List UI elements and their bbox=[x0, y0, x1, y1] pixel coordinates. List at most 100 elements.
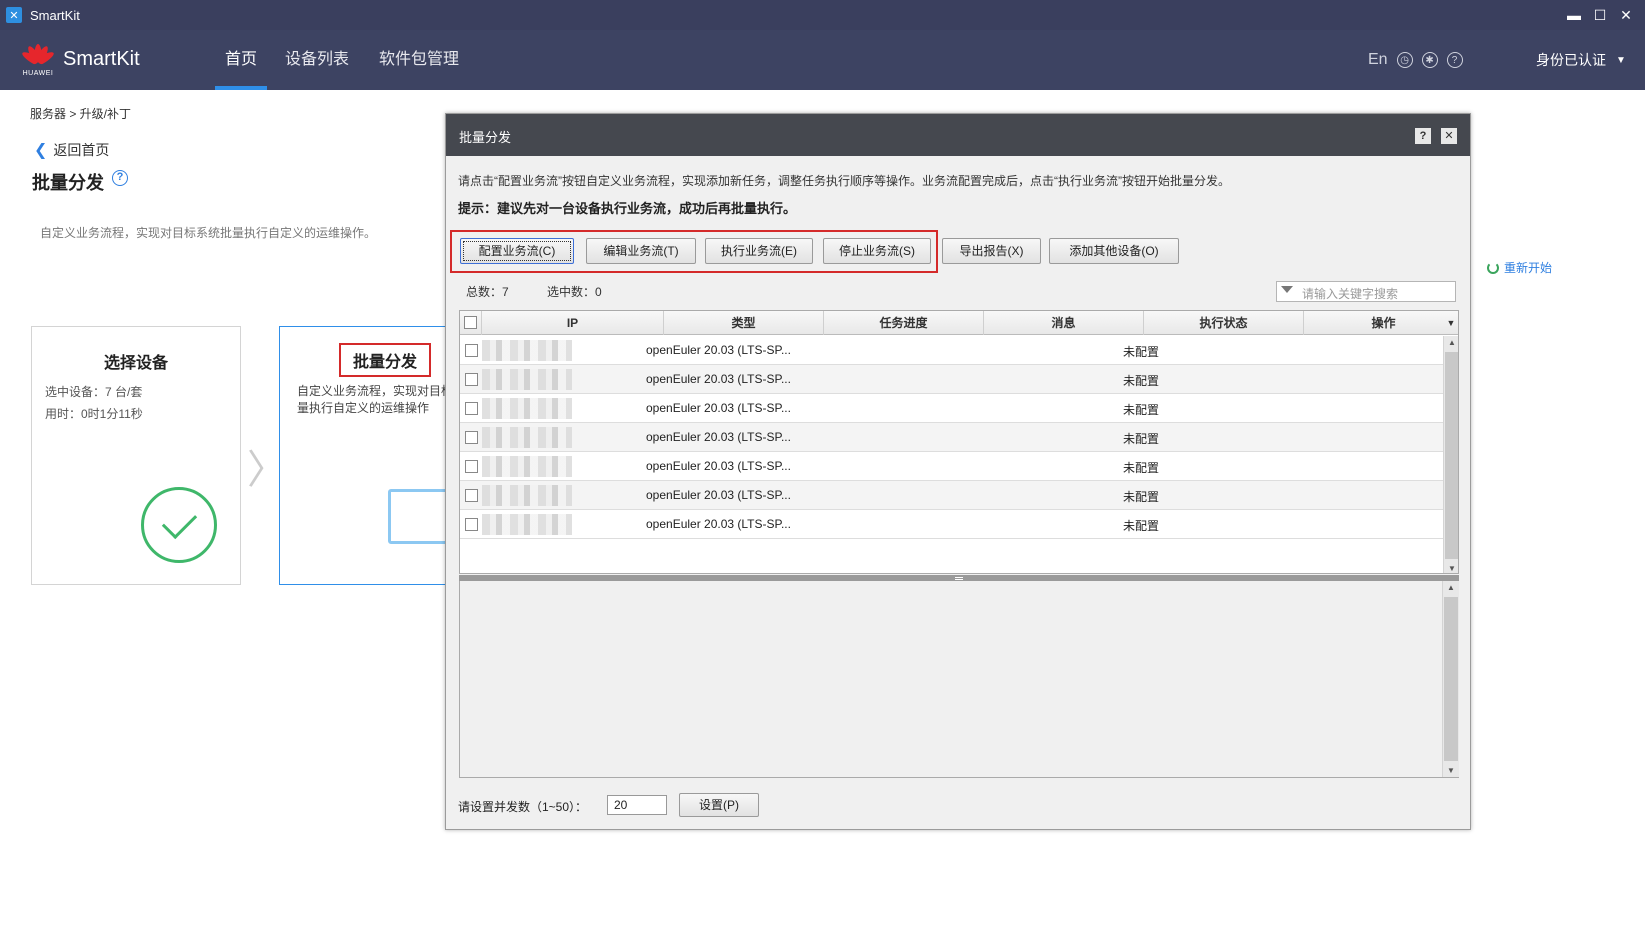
set-concurrency-button[interactable]: 设置(P) bbox=[679, 793, 759, 817]
window-titlebar: ✕ SmartKit ▬ ☐ ✕ bbox=[0, 0, 1645, 30]
scroll-thumb[interactable] bbox=[1444, 597, 1458, 761]
refresh-icon bbox=[1487, 261, 1499, 274]
export-report-button[interactable]: 导出报告(X) bbox=[942, 238, 1041, 264]
step-select-device: 选择设备 选中设备：7 台/套 用时：0时1分11秒 bbox=[31, 326, 241, 585]
ip-cell bbox=[482, 340, 572, 361]
table-row[interactable]: openEuler 20.03 (LTS-SP... 未配置 bbox=[460, 452, 1444, 481]
logo-text: HUAWEI bbox=[22, 70, 54, 77]
row-checkbox[interactable] bbox=[465, 431, 478, 444]
row-checkbox[interactable] bbox=[465, 460, 478, 473]
table-row[interactable]: openEuler 20.03 (LTS-SP... 未配置 bbox=[460, 481, 1444, 510]
scroll-up-icon[interactable]: ▲ bbox=[1443, 583, 1459, 592]
restart-label: 重新开始 bbox=[1504, 261, 1553, 275]
concurrency-input[interactable]: 20 bbox=[607, 795, 667, 815]
type-cell: openEuler 20.03 (LTS-SP... bbox=[646, 372, 791, 386]
column-header[interactable]: 操作 bbox=[1304, 311, 1458, 335]
tab-package-management[interactable]: 软件包管理 bbox=[369, 30, 469, 90]
row-checkbox[interactable] bbox=[465, 518, 478, 531]
back-home-link[interactable]: ❮ 返回首页 bbox=[34, 140, 109, 160]
table-row[interactable]: openEuler 20.03 (LTS-SP... 未配置 bbox=[460, 423, 1444, 452]
selected-device-count: 选中设备：7 台/套 bbox=[45, 385, 143, 399]
scroll-down-icon[interactable]: ▼ bbox=[1443, 766, 1459, 775]
help-icon[interactable]: ? bbox=[112, 170, 128, 186]
ip-cell bbox=[482, 456, 572, 477]
minimize-button[interactable]: ▬ bbox=[1561, 7, 1587, 23]
back-label: 返回首页 bbox=[53, 142, 110, 158]
table-row[interactable]: openEuler 20.03 (LTS-SP... 未配置 bbox=[460, 336, 1444, 365]
table-row[interactable]: openEuler 20.03 (LTS-SP... 未配置 bbox=[460, 394, 1444, 423]
ip-cell bbox=[482, 427, 572, 448]
column-header[interactable]: 任务进度 bbox=[824, 311, 984, 335]
window-title: SmartKit bbox=[30, 7, 80, 23]
type-cell: openEuler 20.03 (LTS-SP... bbox=[646, 430, 791, 444]
batch-distribute-dialog: 批量分发 ? ✕ 请点击“配置业务流”按钮自定义业务流程，实现添加新任务，调整任… bbox=[445, 113, 1471, 830]
restart-link[interactable]: 重新开始 bbox=[1487, 259, 1552, 276]
close-window-button[interactable]: ✕ bbox=[1613, 7, 1639, 24]
add-device-button[interactable]: 添加其他设备(O) bbox=[1049, 238, 1179, 264]
status-cell: 未配置 bbox=[1123, 345, 1160, 359]
tab-device-list[interactable]: 设备列表 bbox=[275, 30, 359, 90]
maximize-button[interactable]: ☐ bbox=[1587, 7, 1613, 24]
device-table: IP 类型 任务进度 消息 执行状态 操作 ▼ openEuler 20.03 … bbox=[459, 310, 1459, 574]
row-checkbox[interactable] bbox=[465, 373, 478, 386]
table-row[interactable]: openEuler 20.03 (LTS-SP... 未配置 bbox=[460, 510, 1444, 539]
detail-scrollbar[interactable]: ▲ ▼ bbox=[1442, 581, 1459, 777]
concurrency-label: 请设置并发数（1~50）： bbox=[458, 800, 588, 814]
dialog-info: 请点击“配置业务流”按钮自定义业务流程，实现添加新任务，调整任务执行顺序等操作。… bbox=[458, 174, 1230, 188]
step-batch-distribute: 批量分发 自定义业务流程，实现对目标系统批量执行自定义的运维操作 bbox=[279, 326, 449, 585]
dialog-close-button[interactable]: ✕ bbox=[1441, 128, 1457, 144]
row-checkbox[interactable] bbox=[465, 489, 478, 502]
help-icon[interactable]: ? bbox=[1446, 52, 1463, 68]
chevron-left-icon: ❮ bbox=[34, 142, 48, 159]
table-row[interactable]: openEuler 20.03 (LTS-SP... 未配置 bbox=[460, 365, 1444, 394]
select-all-checkbox[interactable] bbox=[464, 316, 477, 329]
column-menu-icon[interactable]: ▼ bbox=[1443, 311, 1458, 335]
huawei-logo-icon: HUAWEI bbox=[20, 42, 56, 78]
ip-cell bbox=[482, 398, 572, 419]
column-header[interactable]: 执行状态 bbox=[1144, 311, 1304, 335]
column-header[interactable]: 类型 bbox=[664, 311, 824, 335]
brand-name: SmartKit bbox=[63, 48, 140, 70]
row-checkbox[interactable] bbox=[465, 344, 478, 357]
table-scrollbar[interactable]: ▲ ▼ bbox=[1443, 336, 1458, 573]
column-header[interactable]: 消息 bbox=[984, 311, 1144, 335]
step-description: 自定义业务流程，实现对目标系统批量执行自定义的运维操作 bbox=[297, 384, 449, 415]
edit-flow-button[interactable]: 编辑业务流(T) bbox=[586, 238, 696, 264]
status-cell: 未配置 bbox=[1123, 490, 1160, 504]
language-toggle[interactable]: En bbox=[1368, 51, 1388, 69]
tab-home[interactable]: 首页 bbox=[215, 30, 268, 90]
search-input[interactable]: 请输入关键字搜索 bbox=[1276, 281, 1456, 302]
elapsed-time: 用时：0时1分11秒 bbox=[45, 407, 143, 421]
scroll-thumb[interactable] bbox=[1445, 352, 1458, 559]
ip-cell bbox=[482, 514, 572, 535]
detail-pane: ▲ ▼ bbox=[459, 581, 1459, 778]
column-header[interactable]: IP bbox=[482, 311, 664, 335]
scroll-up-icon[interactable]: ▲ bbox=[1444, 338, 1458, 347]
execute-flow-button[interactable]: 执行业务流(E) bbox=[705, 238, 813, 264]
dialog-hint: 提示：建议先对一台设备执行业务流，成功后再批量执行。 bbox=[458, 202, 797, 217]
dialog-title: 批量分发 bbox=[459, 130, 512, 145]
gear-icon[interactable]: ✱ bbox=[1421, 52, 1438, 68]
status-cell: 未配置 bbox=[1123, 374, 1160, 388]
type-cell: openEuler 20.03 (LTS-SP... bbox=[646, 459, 791, 473]
configure-flow-button[interactable]: 配置业务流(C) bbox=[460, 238, 574, 264]
search-placeholder: 请输入关键字搜索 bbox=[1302, 287, 1399, 301]
type-cell: openEuler 20.03 (LTS-SP... bbox=[646, 343, 791, 357]
filter-icon[interactable] bbox=[1281, 286, 1293, 293]
type-cell: openEuler 20.03 (LTS-SP... bbox=[646, 488, 791, 502]
dialog-help-button[interactable]: ? bbox=[1415, 128, 1431, 144]
clock-icon[interactable]: ◷ bbox=[1396, 52, 1413, 68]
ip-cell bbox=[482, 369, 572, 390]
check-circle-icon bbox=[141, 487, 217, 563]
auth-status[interactable]: 身份已认证 bbox=[1536, 50, 1606, 70]
row-checkbox[interactable] bbox=[465, 402, 478, 415]
chevron-down-icon[interactable]: ▼ bbox=[1616, 55, 1626, 66]
type-cell: openEuler 20.03 (LTS-SP... bbox=[646, 401, 791, 415]
dialog-header: 批量分发 ? ✕ bbox=[446, 114, 1470, 156]
scroll-down-icon[interactable]: ▼ bbox=[1444, 564, 1458, 573]
selected-count: 选中数：0 bbox=[547, 285, 602, 299]
step-title: 选择设备 bbox=[103, 355, 168, 372]
status-cell: 未配置 bbox=[1123, 519, 1160, 533]
total-count: 总数：7 bbox=[466, 285, 509, 299]
stop-flow-button[interactable]: 停止业务流(S) bbox=[823, 238, 931, 264]
